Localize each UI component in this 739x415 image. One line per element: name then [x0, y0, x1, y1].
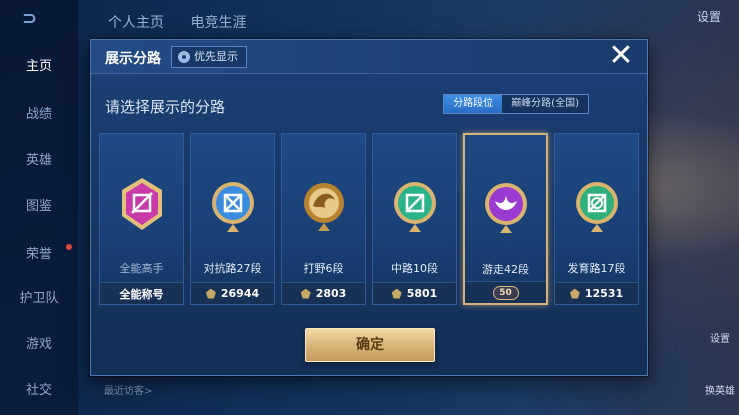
lane-card-all-round[interactable]: 全能高手 全能称号: [99, 133, 184, 305]
card-footer: 50: [465, 281, 546, 303]
card-footer-text: 全能称号: [119, 287, 164, 301]
modal-title: 展示分路: [105, 51, 161, 67]
nav-item-codex[interactable]: 图鉴: [0, 192, 78, 222]
card-label: 打野6段: [303, 262, 344, 275]
tab-profile[interactable]: 个人主页: [108, 15, 164, 31]
nav-item-record[interactable]: 战绩: [0, 100, 78, 130]
modal-header: 展示分路 优先显示 ✕: [91, 40, 647, 74]
priority-display-label: 优先显示: [194, 50, 238, 63]
side-settings-hint[interactable]: 设置: [705, 330, 735, 345]
left-nav: ⊃ 主页 战绩 英雄 图鉴 荣誉 护卫队 游戏 社交: [0, 0, 78, 415]
back-logo-icon[interactable]: ⊃: [22, 8, 58, 29]
priority-display-button[interactable]: 优先显示: [171, 46, 247, 68]
nav-item-guard[interactable]: 护卫队: [0, 284, 78, 314]
card-footer-text: 2803: [315, 287, 347, 300]
card-label: 发育路17段: [567, 262, 626, 275]
all-round-badge-icon: [121, 178, 162, 230]
tab-peak-lane[interactable]: 巅峰分路(全国): [502, 95, 588, 113]
lane-display-modal: 展示分路 优先显示 ✕ 请选择展示的分路 分路段位 巅峰分路(全国) 全能高手 …: [90, 39, 648, 376]
card-footer: 26944: [191, 282, 274, 304]
lane-card-jungle[interactable]: 打野6段 2803: [281, 133, 366, 305]
lane-card-mid[interactable]: 中路10段 5801: [372, 133, 457, 305]
confirm-button[interactable]: 确定: [305, 328, 435, 362]
settings-button[interactable]: 设置: [697, 8, 721, 25]
card-footer-text: 5801: [406, 287, 438, 300]
points-icon: [569, 288, 580, 299]
side-change-hero-hint[interactable]: 换英雄: [705, 382, 735, 397]
roam-badge-icon: [484, 183, 527, 233]
level-badge: 50: [492, 285, 519, 300]
nav-item-social[interactable]: 社交: [0, 376, 78, 406]
notification-dot-icon: [66, 244, 72, 250]
card-label: 对抗路27段: [203, 262, 262, 275]
card-footer: 5801: [373, 282, 456, 304]
points-icon: [391, 288, 402, 299]
lane-card-farm[interactable]: 发育路17段 12531: [554, 133, 639, 305]
lane-card-roam[interactable]: 游走42段 50: [463, 133, 548, 305]
points-icon: [205, 288, 216, 299]
lane-cards: 全能高手 全能称号 对抗路27段 26944 打野6段 2803 中路10段 5…: [99, 133, 643, 305]
jungle-badge-icon: [303, 183, 344, 231]
points-icon: [300, 288, 311, 299]
nav-item-home[interactable]: 主页: [0, 52, 78, 82]
clash-lane-badge-icon: [211, 182, 254, 232]
nav-item-heroes[interactable]: 英雄: [0, 146, 78, 176]
card-label: 游走42段: [482, 263, 529, 276]
nav-item-honor[interactable]: 荣誉: [0, 240, 78, 270]
modal-subtitle: 请选择展示的分路: [105, 98, 226, 116]
lane-tab-switch: 分路段位 巅峰分路(全国): [443, 94, 589, 114]
nav-item-honor-label: 荣誉: [25, 247, 52, 262]
recent-visitors-link[interactable]: 最近访客>: [104, 382, 152, 397]
card-footer-text: 12531: [584, 287, 624, 300]
mid-lane-badge-icon: [393, 182, 436, 232]
card-label: 中路10段: [391, 262, 438, 275]
nav-item-game[interactable]: 游戏: [0, 330, 78, 360]
top-tabs: 个人主页 电竞生涯: [108, 12, 268, 32]
card-footer: 12531: [555, 282, 638, 304]
lane-card-clash[interactable]: 对抗路27段 26944: [190, 133, 275, 305]
card-footer-text: 26944: [220, 287, 260, 300]
card-footer: 全能称号: [100, 282, 183, 304]
tab-lane-rank[interactable]: 分路段位: [444, 95, 503, 113]
gear-icon: [178, 51, 190, 63]
card-label: 全能高手: [119, 262, 164, 275]
close-icon[interactable]: ✕: [607, 41, 635, 71]
tab-esports[interactable]: 电竞生涯: [190, 15, 246, 31]
card-footer: 2803: [282, 282, 365, 304]
farm-lane-badge-icon: [575, 182, 618, 232]
